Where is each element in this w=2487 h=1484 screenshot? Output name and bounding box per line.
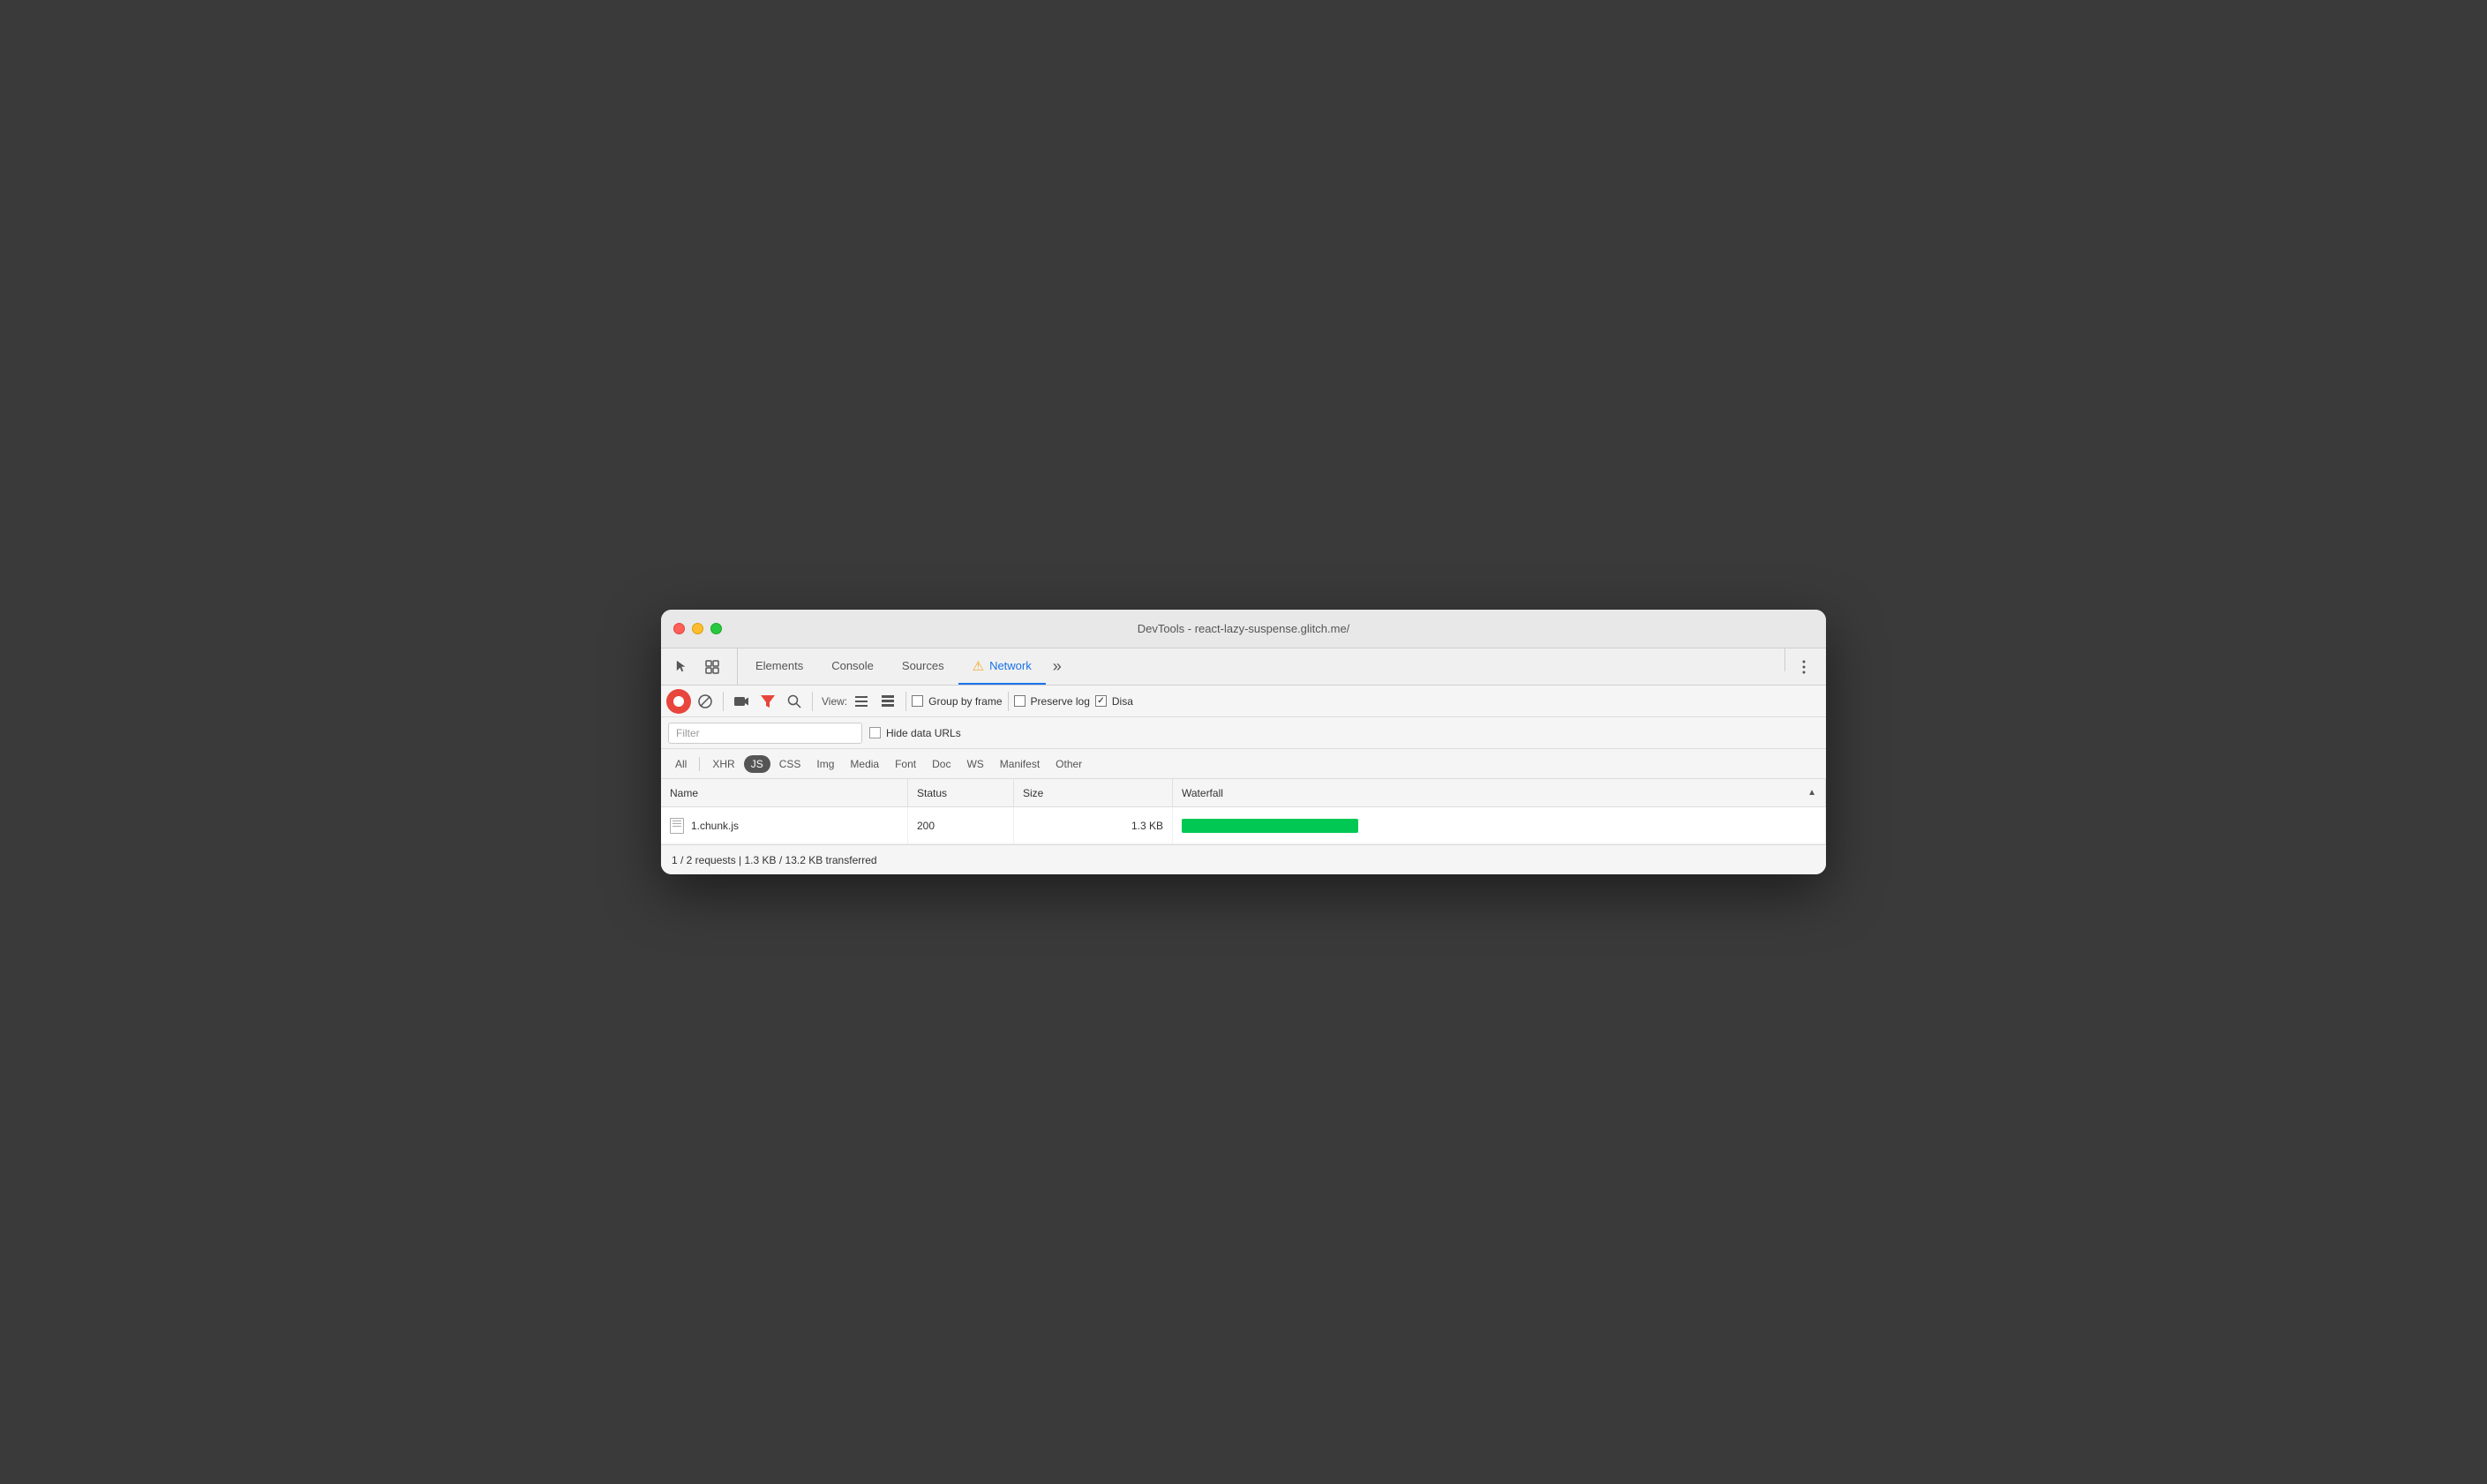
type-tab-all[interactable]: All xyxy=(668,755,694,773)
type-tab-xhr[interactable]: XHR xyxy=(705,755,741,773)
large-list-view-icon[interactable] xyxy=(875,689,900,714)
disable-cache-checkbox[interactable]: ✓ Disa xyxy=(1095,695,1133,708)
file-icon xyxy=(670,818,684,834)
camera-icon[interactable] xyxy=(729,689,754,714)
tab-elements[interactable]: Elements xyxy=(741,648,817,685)
separator-3 xyxy=(905,692,906,711)
preserve-log-check xyxy=(1014,695,1026,707)
traffic-lights xyxy=(673,623,722,634)
separator-2 xyxy=(812,692,813,711)
tab-separator xyxy=(1069,648,1781,685)
record-dot xyxy=(673,696,684,707)
td-name: 1.chunk.js xyxy=(661,807,908,843)
type-tab-media[interactable]: Media xyxy=(843,755,886,773)
status-bar: 1 / 2 requests | 1.3 KB / 13.2 KB transf… xyxy=(661,844,1826,874)
type-filter-bar: All XHR JS CSS Img Media Font Doc WS Man… xyxy=(661,749,1826,779)
record-button[interactable] xyxy=(666,689,691,714)
separator-1 xyxy=(723,692,724,711)
separator-4 xyxy=(1008,692,1009,711)
vertical-separator xyxy=(1784,648,1785,671)
close-button[interactable] xyxy=(673,623,685,634)
td-waterfall xyxy=(1173,807,1826,843)
search-icon[interactable] xyxy=(782,689,807,714)
tab-sources[interactable]: Sources xyxy=(888,648,958,685)
inspect-icon[interactable] xyxy=(698,653,726,681)
type-tab-font[interactable]: Font xyxy=(888,755,923,773)
type-tab-doc[interactable]: Doc xyxy=(925,755,958,773)
minimize-button[interactable] xyxy=(692,623,703,634)
tab-console[interactable]: Console xyxy=(817,648,888,685)
tab-more[interactable]: » xyxy=(1046,648,1069,685)
td-status: 200 xyxy=(908,807,1014,843)
waterfall-bar xyxy=(1182,819,1358,833)
type-tab-css[interactable]: CSS xyxy=(772,755,808,773)
group-by-frame-checkbox[interactable]: Group by frame xyxy=(912,695,1002,708)
list-view-icon[interactable] xyxy=(849,689,874,714)
th-name[interactable]: Name xyxy=(661,779,908,806)
network-toolbar: View: Group by frame xyxy=(661,686,1826,717)
tab-icon-group xyxy=(668,648,738,685)
cursor-icon[interactable] xyxy=(668,653,696,681)
checkmark-icon: ✓ xyxy=(1097,696,1104,706)
filter-input[interactable] xyxy=(668,723,862,744)
network-table: 1.chunk.js 200 1.3 KB xyxy=(661,807,1826,844)
devtools-window: DevTools - react-lazy-suspense.glitch.me… xyxy=(661,610,1826,874)
disable-cache-check: ✓ xyxy=(1095,695,1107,707)
preserve-log-checkbox[interactable]: Preserve log xyxy=(1014,695,1090,708)
td-size: 1.3 KB xyxy=(1014,807,1173,843)
type-tab-img[interactable]: Img xyxy=(809,755,841,773)
th-status[interactable]: Status xyxy=(908,779,1014,806)
th-waterfall[interactable]: Waterfall ▲ xyxy=(1173,779,1826,806)
kebab-menu[interactable] xyxy=(1789,648,1819,685)
devtools-tabs: Elements Console Sources ⚠ Network » xyxy=(661,648,1826,686)
hide-data-urls-checkbox[interactable]: Hide data URLs xyxy=(869,727,961,739)
type-tab-manifest[interactable]: Manifest xyxy=(993,755,1047,773)
type-sep-1 xyxy=(699,757,700,771)
title-bar: DevTools - react-lazy-suspense.glitch.me… xyxy=(661,610,1826,648)
table-row[interactable]: 1.chunk.js 200 1.3 KB xyxy=(661,807,1826,844)
hide-data-urls-check xyxy=(869,727,881,738)
tab-network[interactable]: ⚠ Network xyxy=(958,648,1046,685)
clear-button[interactable] xyxy=(693,689,718,714)
maximize-button[interactable] xyxy=(710,623,722,634)
type-tab-ws[interactable]: WS xyxy=(959,755,990,773)
group-by-frame-check xyxy=(912,695,923,707)
filter-icon[interactable] xyxy=(755,689,780,714)
th-size[interactable]: Size xyxy=(1014,779,1173,806)
table-header: Name Status Size Waterfall ▲ xyxy=(661,779,1826,807)
filter-bar: Hide data URLs xyxy=(661,717,1826,749)
warning-icon: ⚠ xyxy=(973,658,984,674)
type-tab-js[interactable]: JS xyxy=(744,755,770,773)
type-tab-other[interactable]: Other xyxy=(1048,755,1089,773)
sort-arrow-icon: ▲ xyxy=(1807,788,1816,798)
view-label: View: xyxy=(822,695,847,708)
window-title: DevTools - react-lazy-suspense.glitch.me… xyxy=(1138,622,1350,635)
